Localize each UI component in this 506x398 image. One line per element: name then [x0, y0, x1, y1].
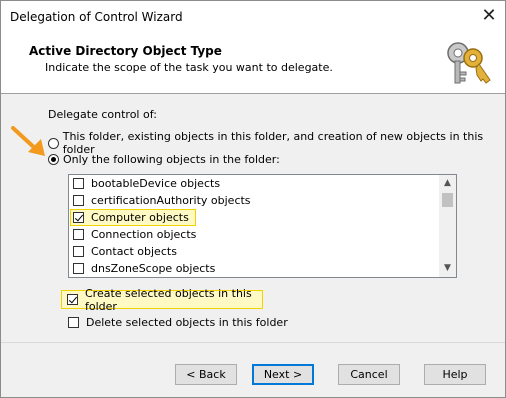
checkbox[interactable] — [68, 317, 79, 328]
option-label: Create selected objects in this folder — [85, 286, 252, 313]
highlight-box: Computer objects — [70, 209, 196, 226]
page-subtitle: Indicate the scope of the task you want … — [45, 61, 333, 74]
help-button[interactable]: Help — [424, 364, 486, 385]
wizard-footer: < Back Next > Cancel Help — [1, 342, 505, 398]
list-item-label: certificationAuthority objects — [91, 194, 251, 207]
wizard-body: Delegate control of: This folder, existi… — [1, 94, 505, 342]
checkbox[interactable] — [73, 195, 84, 206]
option-label: Delete selected objects in this folder — [86, 316, 288, 329]
radio-label: Only the following objects in the folder… — [63, 153, 280, 166]
annotation-arrow-icon — [11, 126, 45, 156]
list-item-label: dnsZoneScope objects — [91, 262, 216, 275]
list-item[interactable]: Computer objects — [69, 209, 439, 226]
list-item[interactable]: certificationAuthority objects — [69, 192, 439, 209]
scroll-down-icon[interactable]: ▼ — [439, 260, 456, 277]
list-item[interactable]: bootableDevice objects — [69, 175, 439, 192]
radio-only-following[interactable]: Only the following objects in the folder… — [48, 153, 280, 166]
next-button[interactable]: Next > — [252, 364, 314, 385]
radio-button-selected-icon[interactable] — [48, 154, 59, 165]
list-item[interactable]: dnsZoneScope objects — [69, 260, 439, 277]
checkbox[interactable] — [73, 229, 84, 240]
window-title: Delegation of Control Wizard — [10, 10, 183, 24]
list-item[interactable]: Contact objects — [69, 243, 439, 260]
cancel-button[interactable]: Cancel — [338, 364, 400, 385]
back-button[interactable]: < Back — [175, 364, 237, 385]
create-objects-option[interactable]: Create selected objects in this folder — [61, 287, 263, 313]
list-item[interactable]: Connection objects — [69, 226, 439, 243]
keys-icon — [447, 42, 491, 84]
radio-button-icon[interactable] — [48, 137, 59, 149]
scroll-thumb[interactable] — [442, 193, 453, 207]
checkbox[interactable] — [73, 246, 84, 257]
scroll-up-icon[interactable]: ▲ — [439, 175, 456, 192]
wizard-window: Delegation of Control Wizard ✕ Active Di… — [0, 0, 506, 398]
checkbox[interactable] — [73, 178, 84, 189]
delete-objects-option[interactable]: Delete selected objects in this folder — [68, 316, 288, 329]
list-scrollbar[interactable]: ▲ ▼ — [439, 175, 456, 277]
title-bar: Delegation of Control Wizard ✕ — [1, 1, 505, 31]
list-item-label: bootableDevice objects — [91, 177, 221, 190]
checkbox-checked[interactable] — [67, 294, 78, 305]
list-item-label: Computer objects — [91, 211, 189, 224]
list-item-label: Connection objects — [91, 228, 197, 241]
delegate-label: Delegate control of: — [48, 108, 157, 121]
list-item-label: Contact objects — [91, 245, 177, 258]
checkbox-checked[interactable] — [73, 212, 84, 223]
wizard-header: Active Directory Object Type Indicate th… — [1, 31, 505, 94]
checkbox[interactable] — [73, 263, 84, 274]
close-button[interactable]: ✕ — [473, 1, 505, 31]
page-title: Active Directory Object Type — [29, 44, 222, 58]
object-type-list[interactable]: bootableDevice objects certificationAuth… — [68, 174, 457, 278]
